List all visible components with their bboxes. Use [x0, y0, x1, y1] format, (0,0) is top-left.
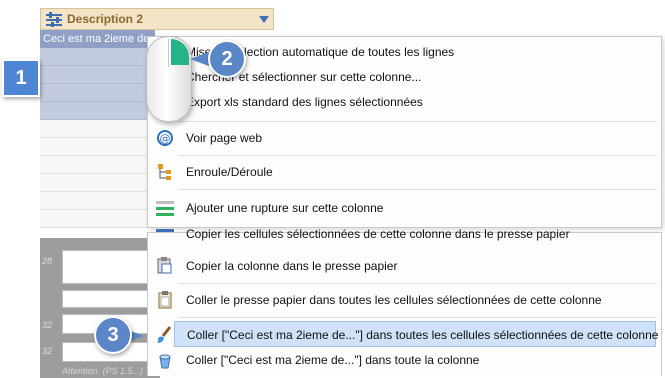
table-row[interactable] — [40, 120, 160, 138]
menu-item-export-xls[interactable]: Export xls standard des lignes sélection… — [148, 89, 661, 115]
column-header-title: Description 2 — [67, 12, 144, 26]
brush-icon — [157, 326, 172, 343]
text-field[interactable] — [62, 290, 154, 308]
menu-item-web-page[interactable]: @ Voir page web — [148, 125, 661, 151]
row-number: 32 — [42, 346, 53, 356]
copy-column-icon — [157, 257, 172, 274]
row-number: 28 — [42, 256, 53, 266]
right-button-indicator — [171, 39, 189, 65]
menu-item-add-break[interactable]: Ajouter une rupture sur cette colonne — [148, 195, 661, 221]
table-row[interactable] — [40, 66, 160, 84]
table-row[interactable] — [40, 156, 160, 174]
table-row[interactable] — [40, 102, 160, 120]
bucket-icon — [159, 354, 171, 369]
menu-item-paste-value-selected[interactable]: Coller ["Ceci est ma 2ieme de..."] dans … — [157, 321, 658, 347]
menu-item-collapse-expand[interactable]: Enroule/Déroule — [148, 159, 661, 185]
column-header-description-2[interactable]: Description 2 — [40, 8, 274, 30]
menu-separator — [178, 283, 657, 284]
menu-separator — [178, 189, 657, 190]
table-row[interactable] — [40, 210, 160, 228]
web-icon: @ — [157, 130, 173, 146]
context-menu-lower: Copier les cellules sélectionnées de cet… — [147, 227, 662, 376]
table-row[interactable] — [40, 192, 160, 210]
menu-item-paste-value-column[interactable]: Coller ["Ceci est ma 2ieme de..."] dans … — [148, 347, 661, 373]
menu-separator — [178, 317, 657, 318]
menu-separator — [178, 155, 657, 156]
tree-icon — [158, 164, 171, 180]
table-row[interactable] — [40, 84, 160, 102]
menu-item-copy-cells[interactable]: Copier les cellules sélectionnées de cet… — [148, 227, 661, 243]
paste-icon — [158, 291, 172, 309]
callout-3: 3 — [94, 316, 132, 354]
menu-item-paste-selected[interactable]: Coller le presse papier dans toutes les … — [148, 287, 661, 313]
callout-2: 2 — [208, 40, 246, 78]
selected-cell[interactable]: Ceci est ma 2ieme description — [40, 30, 155, 48]
table-row[interactable] — [40, 138, 160, 156]
table-row[interactable] — [40, 48, 160, 66]
note-text: Attention. (PS 1.5...) Ter... — [62, 366, 152, 376]
copy-cells-icon — [156, 229, 174, 232]
menu-separator — [178, 121, 657, 122]
filter-icon[interactable] — [259, 16, 269, 23]
form-area: 28 32 32 — [40, 238, 160, 378]
group-break-icon — [156, 201, 174, 216]
row-number: 32 — [42, 320, 53, 330]
svg-text:@: @ — [160, 132, 171, 145]
table-row[interactable] — [40, 174, 160, 192]
mouse-right-click-icon — [146, 36, 192, 122]
text-field[interactable] — [62, 250, 154, 284]
column-settings-icon[interactable] — [45, 12, 63, 27]
callout-1: 1 — [2, 59, 40, 97]
menu-item-copy-column[interactable]: Copier la colonne dans le presse papier — [148, 253, 661, 279]
